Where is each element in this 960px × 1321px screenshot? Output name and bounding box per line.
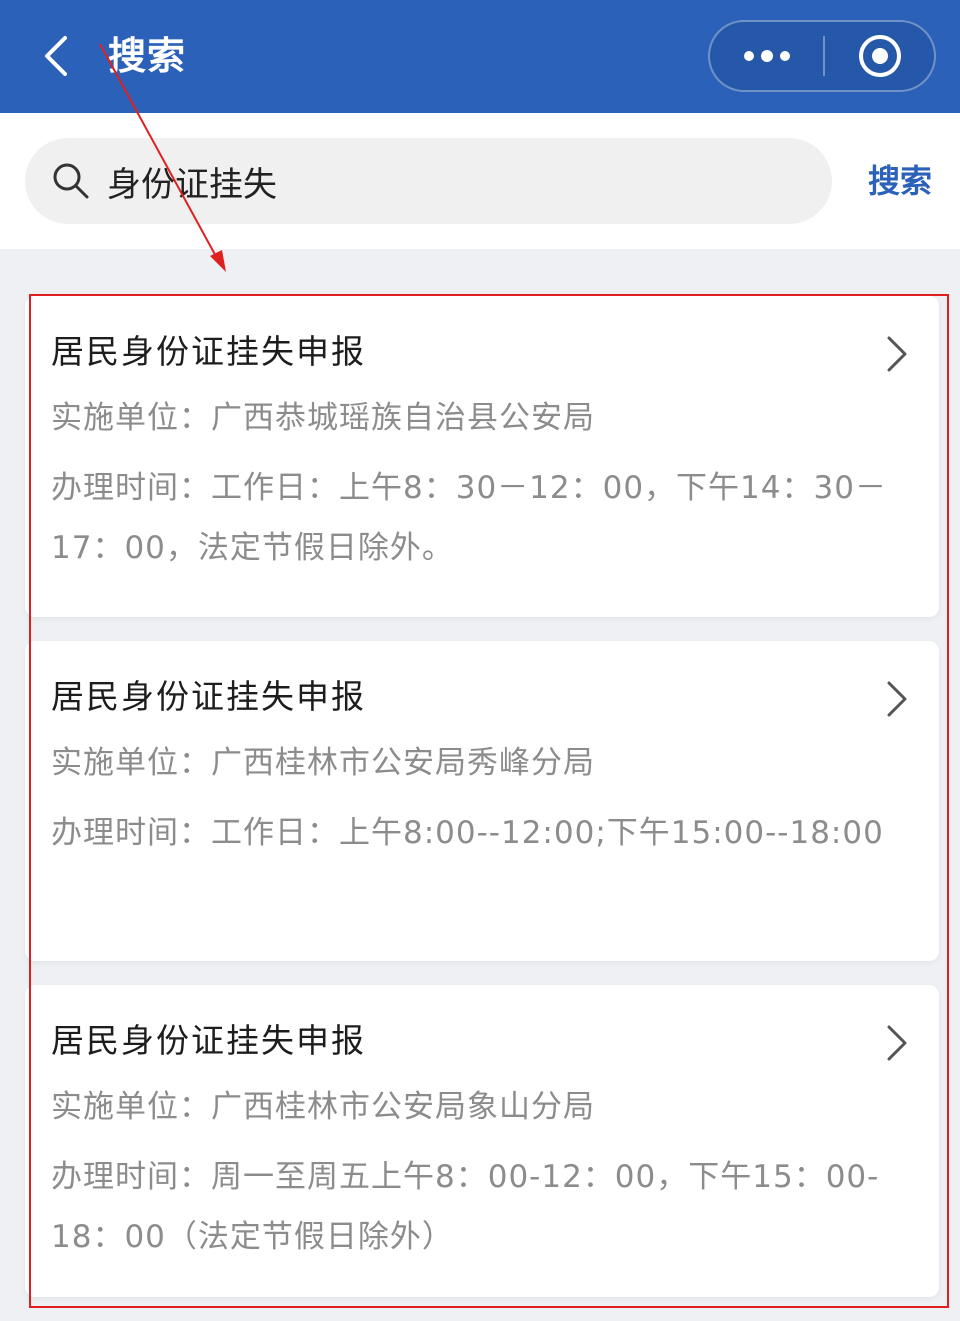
- chevron-left-icon: [45, 36, 67, 76]
- result-unit: 实施单位：广西桂林市公安局象山分局: [51, 1089, 595, 1125]
- more-dots-icon: [744, 50, 790, 62]
- result-time: 办理时间：工作日：上午8:00--12:00;下午15:00--18:00: [51, 815, 884, 851]
- search-bar: 搜索: [0, 113, 960, 249]
- result-list: 居民身份证挂失申报 实施单位：广西恭城瑶族自治县公安局 办理时间：工作日：上午8…: [25, 296, 939, 1321]
- search-input[interactable]: [107, 138, 807, 224]
- result-title: 居民身份证挂失申报: [51, 1021, 366, 1060]
- search-box[interactable]: [25, 138, 832, 224]
- page-title: 搜索: [108, 34, 187, 78]
- close-button[interactable]: [825, 22, 935, 90]
- result-time: 办理时间：工作日：上午8：30－12：00，下午14：30－17：00，法定节假…: [51, 470, 887, 566]
- search-icon: [53, 163, 89, 199]
- result-card[interactable]: 居民身份证挂失申报 实施单位：广西桂林市公安局秀峰分局 办理时间：工作日：上午8…: [25, 641, 939, 961]
- result-unit: 实施单位：广西桂林市公安局秀峰分局: [51, 745, 595, 781]
- chevron-right-icon: [887, 336, 907, 372]
- result-title: 居民身份证挂失申报: [51, 677, 366, 716]
- search-button[interactable]: 搜索: [850, 138, 950, 224]
- result-card[interactable]: 居民身份证挂失申报 实施单位：广西桂林市公安局象山分局 办理时间：周一至周五上午…: [25, 985, 939, 1297]
- chevron-right-icon: [887, 1025, 907, 1061]
- result-title: 居民身份证挂失申报: [51, 332, 366, 371]
- back-button[interactable]: [34, 30, 78, 82]
- more-button[interactable]: [710, 22, 824, 90]
- mini-program-capsule: [708, 20, 936, 92]
- chevron-right-icon: [887, 681, 907, 717]
- result-time: 办理时间：周一至周五上午8：00-12：00，下午15：00-18：00（法定节…: [51, 1159, 880, 1255]
- result-card[interactable]: 居民身份证挂失申报 实施单位：广西恭城瑶族自治县公安局 办理时间：工作日：上午8…: [25, 296, 939, 617]
- target-close-icon: [859, 35, 901, 77]
- result-unit: 实施单位：广西恭城瑶族自治县公安局: [51, 400, 595, 436]
- top-nav-bar: 搜索: [0, 0, 960, 113]
